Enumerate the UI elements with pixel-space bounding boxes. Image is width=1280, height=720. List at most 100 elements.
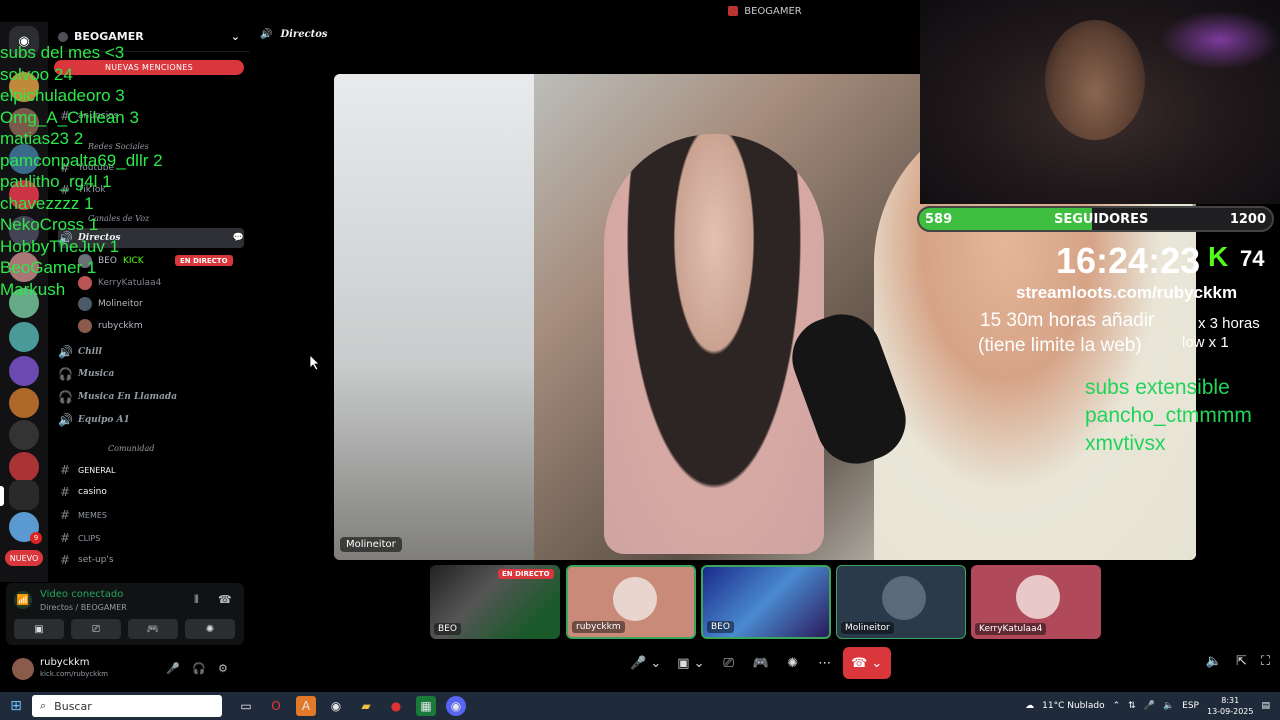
activity-button[interactable]: 🎮 xyxy=(747,647,775,679)
user-panel: rubyckkm kick.com/rubyckkm 🎤 🎧 ⚙ xyxy=(6,650,244,688)
signal-icon[interactable]: 📶 xyxy=(14,591,32,609)
chat-icon[interactable]: 💬 xyxy=(233,233,244,243)
list-item: NekoCross 1 xyxy=(0,215,99,234)
streamloots-link: streamloots.com/rubyckkm xyxy=(1016,283,1238,302)
taskbar: ⊞ ⌕ Buscar ▭ O A ◉ ▰ ● ▦ ◉ ☁ 11°C Nublad… xyxy=(0,692,1280,720)
disconnect-icon[interactable]: ☎ xyxy=(218,593,232,606)
voice-channel-musica-llamada[interactable]: 🎧 Musica En Llamada xyxy=(58,387,244,407)
voice-status[interactable]: Video conectado xyxy=(40,589,123,600)
app-icon[interactable]: A xyxy=(296,696,316,716)
channel-memes[interactable]: # MEMES xyxy=(58,505,244,525)
window-title: BEOGAMER xyxy=(744,5,802,17)
discord-icon[interactable]: ◉ xyxy=(446,696,466,716)
discord-window: BEOGAMER ◉ 9 NUEVO BEOGAMER ⌄ NUEVAS MEN… xyxy=(0,0,1280,692)
task-view-icon[interactable]: ▭ xyxy=(236,696,256,716)
rules-line-2: (tiene limite la web) xyxy=(978,335,1142,356)
rules-right-2: low x 1 xyxy=(1182,334,1229,351)
volume-icon[interactable]: 🔈 xyxy=(1163,701,1174,711)
headphones-icon[interactable]: 🎧 xyxy=(192,662,206,675)
username[interactable]: rubyckkm xyxy=(40,657,90,668)
cloud-icon: ☁ xyxy=(1025,701,1035,711)
server-icon-beogamer[interactable] xyxy=(9,480,39,510)
view-controls: 🔈 ⇱ ⛶ xyxy=(1206,654,1270,669)
headphones-icon: 🎧 xyxy=(58,390,73,404)
hash-icon: # xyxy=(59,553,71,567)
file-explorer-icon[interactable]: ▰ xyxy=(356,696,376,716)
opera-icon[interactable]: O xyxy=(266,696,286,716)
voice-channel-chill[interactable]: 🔊 Chill xyxy=(58,342,244,362)
volume-icon[interactable]: 🔈 xyxy=(1206,654,1222,669)
network-icon[interactable]: ⇅ xyxy=(1128,701,1136,711)
soundboard-button[interactable]: ✺ xyxy=(185,619,235,639)
user-status: kick.com/rubyckkm xyxy=(40,670,109,678)
microphone-button[interactable]: 🎤 ⌄ xyxy=(624,647,667,679)
list-item: chavezzzz 1 xyxy=(0,193,94,213)
subs-name: pancho_ctmmmm xyxy=(1085,404,1252,427)
app-icon[interactable]: ● xyxy=(386,696,406,716)
avatar xyxy=(78,319,92,333)
chevron-down-icon: ⌄ xyxy=(230,30,240,43)
microphone-icon[interactable]: 🎤 xyxy=(1144,701,1155,711)
store-icon[interactable]: ▦ xyxy=(416,696,436,716)
fullscreen-icon[interactable]: ⛶ xyxy=(1261,654,1270,669)
live-badge: EN DIRECTO xyxy=(175,255,233,266)
voice-channel-musica[interactable]: 🎧 Musica xyxy=(58,364,244,384)
speaker-icon: 🔊 xyxy=(58,345,73,359)
language-indicator[interactable]: ESP xyxy=(1182,701,1199,711)
mouse-cursor-icon xyxy=(310,355,320,371)
server-icon[interactable] xyxy=(9,356,39,386)
stream-clock: 16:24:23 xyxy=(1056,240,1201,281)
participant-strip: EN DIRECTO BEO rubyckkm BEO Molineitor K… xyxy=(430,565,1110,639)
participant-tile[interactable]: BEO xyxy=(701,565,831,639)
hash-icon: # xyxy=(59,508,71,522)
taskbar-search[interactable]: ⌕ Buscar xyxy=(32,695,222,717)
camera-button[interactable]: ▣ ⌄ xyxy=(671,647,710,679)
soundboard-button[interactable]: ✺ xyxy=(779,647,807,679)
video-name-tag: Molineitor xyxy=(340,537,402,552)
category-community[interactable]: Comunidad xyxy=(108,444,154,453)
server-icon[interactable] xyxy=(9,420,39,450)
clock[interactable]: 8:31 13-09-2025 xyxy=(1207,695,1254,717)
channel-general[interactable]: # GENERAL xyxy=(58,460,244,480)
new-badge[interactable]: NUEVO xyxy=(5,550,43,566)
voice-channel-equipo[interactable]: 🔊 Equipo A1 xyxy=(58,410,244,430)
server-icon[interactable] xyxy=(9,388,39,418)
list-item: matias23 2 xyxy=(0,129,84,148)
participant-tile[interactable]: Molineitor xyxy=(836,565,966,639)
hash-icon: # xyxy=(59,485,71,499)
headphones-icon: 🎧 xyxy=(58,367,73,381)
voice-channel-path[interactable]: Directos / BEOGAMER xyxy=(40,603,127,612)
screen-share-button[interactable]: ⎚ xyxy=(71,619,121,639)
streamer-webcam xyxy=(920,0,1280,204)
microphone-icon[interactable]: 🎤 xyxy=(166,662,180,675)
settings-icon[interactable]: ⚙ xyxy=(218,662,228,675)
camera-off-button[interactable]: ▣ xyxy=(14,619,64,639)
system-tray: ☁ 11°C Nublado ⌃ ⇅ 🎤 🔈 ESP 8:31 13-09-20… xyxy=(1025,692,1270,720)
live-badge: EN DIRECTO xyxy=(498,569,554,579)
end-call-button[interactable]: ☎ ⌄ xyxy=(842,647,891,679)
noise-suppression-icon[interactable]: ⦀ xyxy=(194,593,199,607)
channel-clips[interactable]: # CLIPS xyxy=(58,528,244,548)
avatar[interactable] xyxy=(12,658,34,680)
server-icon[interactable] xyxy=(9,322,39,352)
more-options-button[interactable]: ⋯ xyxy=(811,647,839,679)
list-item: pamconpalta69_dllr 2 xyxy=(0,150,163,170)
chevron-up-icon[interactable]: ⌃ xyxy=(1113,701,1121,711)
list-item: Omg_A_Chilean 3 xyxy=(0,107,139,127)
voice-user-rubyckkm[interactable]: rubyckkm xyxy=(78,317,143,335)
screen-share-button[interactable]: ⎚ xyxy=(715,647,743,679)
kick-viewer-count: 74 xyxy=(1240,246,1265,271)
obs-icon[interactable]: ◉ xyxy=(326,696,346,716)
list-item: HobbyTheJuv 1 xyxy=(0,236,120,256)
channel-casino[interactable]: # casino xyxy=(58,482,244,502)
popout-icon[interactable]: ⇱ xyxy=(1236,654,1247,669)
channel-setups[interactable]: # set-up's xyxy=(58,550,244,570)
server-icon[interactable] xyxy=(9,452,39,482)
weather-text[interactable]: 11°C Nublado xyxy=(1042,701,1104,711)
activity-button[interactable]: 🎮 xyxy=(128,619,178,639)
participant-tile[interactable]: rubyckkm xyxy=(566,565,696,639)
participant-tile[interactable]: KerryKatulaa4 xyxy=(971,565,1101,639)
notification-icon[interactable]: ▤ xyxy=(1261,701,1270,711)
windows-start-icon[interactable]: ⊞ xyxy=(0,692,32,720)
participant-tile[interactable]: EN DIRECTO BEO xyxy=(430,565,560,639)
